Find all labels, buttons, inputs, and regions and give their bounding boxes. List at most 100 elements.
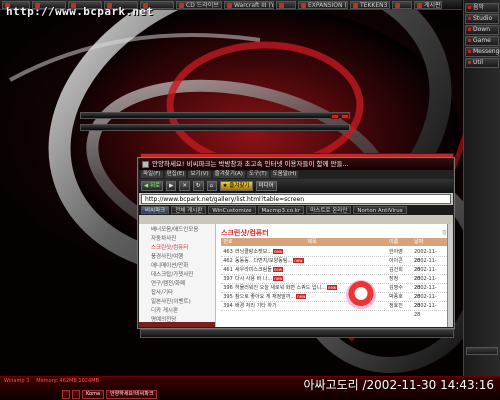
address-bar[interactable]: http://www.bcpark.net/gallery/list.html?… xyxy=(141,194,451,204)
row-number: 394 xyxy=(223,303,233,309)
back-button[interactable]: ◀ 뒤로 xyxy=(141,181,164,191)
link-wincustomize[interactable]: WinCustomize xyxy=(208,206,256,214)
tray-widget[interactable] xyxy=(104,378,108,384)
category-item[interactable]: 애니메이션/만화 xyxy=(139,262,215,271)
launcher-item-util[interactable]: Util xyxy=(465,58,499,68)
launcher-bottom-handle[interactable] xyxy=(466,347,498,355)
launcher-item-down[interactable]: Down xyxy=(465,25,499,35)
table-row[interactable]: 463 러닝클랑소켓보...new 한아영 2002-11-28 3 xyxy=(221,248,451,264)
drive-button[interactable] xyxy=(392,1,412,9)
row-date: 2002-11-28 xyxy=(414,258,437,273)
task-button[interactable] xyxy=(62,390,70,399)
link-boards[interactable]: 전체 게시판 xyxy=(171,206,207,214)
menu-favorites[interactable]: 즐겨찾기(A) xyxy=(212,171,245,178)
category-item[interactable]: 풍경사진/여행 xyxy=(139,253,215,262)
right-launcher-panel: 음악 Studio Down Game Messenger Util xyxy=(463,0,500,380)
table-row[interactable]: 395 참으로 좋아요 게 재정말까... new 박종호 2002-11-28 … xyxy=(221,293,451,309)
launcher-item-game[interactable]: Game xyxy=(465,36,499,46)
drive-button[interactable] xyxy=(276,1,296,9)
menu-edit[interactable]: 편집(E) xyxy=(164,171,187,178)
row-number: 463 xyxy=(223,249,233,255)
launcher-item-studio[interactable]: Studio xyxy=(465,14,499,24)
desktop-toolbar[interactable] xyxy=(80,124,350,131)
row-title-text: 동동동.. 다면지/모양동팀... xyxy=(235,258,293,264)
category-item[interactable]: 데스크탑/가젯사진 xyxy=(139,271,215,280)
col-title: 제목 xyxy=(307,239,317,245)
category-item[interactable]: 연구/캠전/화폐 xyxy=(139,280,215,289)
task-button[interactable] xyxy=(72,390,80,399)
favorites-button[interactable]: ★ 즐겨찾기 xyxy=(219,181,253,191)
toolbar-red-button[interactable] xyxy=(331,114,339,119)
task-button-koma[interactable]: Koma xyxy=(82,390,105,399)
category-item-active[interactable]: 스크린샷/컴퓨터 xyxy=(139,244,215,253)
category-item[interactable]: 잡사/기타 xyxy=(139,289,215,298)
row-author: 박종호 xyxy=(389,294,403,300)
menu-file[interactable]: 파일(F) xyxy=(141,171,163,178)
row-title-text: 새우라미스크림들 xyxy=(235,267,272,273)
category-item[interactable]: 배너모음/애드인모음 xyxy=(139,226,215,235)
cd-drive-button[interactable]: CD 드라이브 (F:) xyxy=(176,1,222,9)
category-item[interactable]: 일본사진(이벤트) xyxy=(139,298,215,307)
vertical-scrollbar[interactable] xyxy=(447,224,453,327)
task-buttons: Koma 안양하세요!비씨파크 xyxy=(62,390,158,399)
link-norton[interactable]: Norton AntiVirus xyxy=(353,206,407,214)
launcher-item-music[interactable]: 음악 xyxy=(465,3,499,13)
links-bar: 비씨파크 전체 게시판 WinCustomize Macmp3.co.kr 마스… xyxy=(139,205,453,215)
desktop: CD 드라이브 (F:) Warcraft III (Y:) EXPANSION… xyxy=(0,0,500,400)
table-row[interactable]: 397 다시 사용 바 나...new 장정 2002-11-28 7 xyxy=(221,275,451,291)
media-button[interactable]: 미디어 xyxy=(255,181,277,191)
col-author: 이름 xyxy=(389,239,399,245)
favorites-label: 즐겨찾기 xyxy=(229,183,250,189)
row-title[interactable]: 러닝클랑소켓보... new xyxy=(235,248,389,256)
warcraft-drive-button[interactable]: Warcraft III (Y:) xyxy=(224,1,274,9)
row-author: 장정 xyxy=(389,276,399,282)
table-row[interactable]: 396 허물러워진 오늘 새로워 화면 스쿼드 입니... new 김영수 200… xyxy=(221,284,451,300)
row-date: 2002-11-28 xyxy=(414,303,437,318)
row-date: 2002-11-28 xyxy=(414,285,437,300)
launcher-item-messenger[interactable]: Messenger xyxy=(465,47,500,57)
row-title[interactable]: 동동동.. 다면지/모양동팀... new xyxy=(235,257,389,265)
toolbar-red-button[interactable] xyxy=(341,114,349,119)
row-date: 2002-11-28 xyxy=(414,267,437,282)
window-bottom-bar xyxy=(140,329,454,338)
menu-bar: 파일(F) 편집(E) 보기(V) 즐겨찾기(A) 도구(T) 도움말(H) xyxy=(139,170,453,179)
link-macmp3[interactable]: Macmp3.co.kr xyxy=(257,206,305,214)
table-row[interactable]: 462 동동동.. 다면지/모양동팀... new 아이콘 2002-11-28 … xyxy=(221,257,451,273)
new-badge: new xyxy=(272,249,284,254)
browser-window: 안양하세요! 비씨파크는 박방창과 초고속 인터넷 이용자들이 함께 만들...… xyxy=(138,158,454,328)
table-row[interactable]: 394 배경 처리 기타 하기 정효진 2002-11-28 4 xyxy=(221,302,451,318)
board-area: 스크린샷/컴퓨터 갤러 번호 제목 이름 날짜 조회 463 러닝클랑소켓보..… xyxy=(218,224,453,327)
menu-help[interactable]: 도움말(H) xyxy=(270,171,299,178)
page-content: 배너모음/애드인모음 자동차사진 스크린샷/컴퓨터 풍경사진/여행 애니메이션/… xyxy=(139,224,453,327)
tray-widget[interactable] xyxy=(111,378,115,384)
row-title[interactable]: 새우라미스크림들 new xyxy=(235,266,389,274)
home-button[interactable]: ⌂ xyxy=(206,181,217,191)
expansion-drive-button[interactable]: EXPANSION (H:) xyxy=(298,1,348,9)
refresh-button[interactable]: ↻ xyxy=(192,181,204,191)
table-row[interactable]: 461 새우라미스크림들new 김건희 2002-11-28 5 xyxy=(221,266,451,282)
new-badge: new xyxy=(273,276,284,281)
row-author: 김영수 xyxy=(389,285,403,291)
task-button-browser[interactable]: 안양하세요!비씨파크 xyxy=(106,390,158,399)
window-title-bar[interactable]: 안양하세요! 비씨파크는 박방창과 초고속 인터넷 이용자들이 함께 만들... xyxy=(139,159,453,170)
address-text: http://www.bcpark.net/gallery/list.html?… xyxy=(145,196,305,203)
row-title-text: 참으로 좋아요 게 재정말까... xyxy=(235,294,296,300)
category-item[interactable]: 디카 게시판 xyxy=(139,307,215,316)
category-item[interactable]: 자동차사진 xyxy=(139,235,215,244)
row-number: 461 xyxy=(223,267,233,273)
forward-button[interactable]: ▶ xyxy=(166,181,177,191)
tekken-drive-button[interactable]: TEKKEN3 (I:) xyxy=(350,1,390,9)
link-bcpark[interactable]: 비씨파크 xyxy=(141,206,170,214)
nav-toolbar: ◀ 뒤로 ▶ ✕ ↻ ⌂ ★ 즐겨찾기 미디어 xyxy=(139,179,453,193)
stop-button[interactable]: ✕ xyxy=(179,181,190,191)
menu-view[interactable]: 보기(V) xyxy=(188,171,211,178)
board-button[interactable]: 게시판 xyxy=(414,1,442,9)
row-title-text: 배경 처리 기타 하기 xyxy=(235,303,277,309)
signature-timestamp: 아싸고도리 /2002-11-30 14:43:16 xyxy=(303,378,494,392)
winamp-widget[interactable]: Winamp 3 xyxy=(2,378,31,384)
taskbar-tray: Winamp 3 Memory: 462MB 1024MB xyxy=(2,378,115,384)
menu-tools[interactable]: 도구(T) xyxy=(246,171,269,178)
link-online[interactable]: 마스트로 온라인 xyxy=(306,206,352,214)
desktop-toolbar[interactable] xyxy=(80,112,350,119)
table-header: 번호 제목 이름 날짜 조회 xyxy=(221,238,451,253)
